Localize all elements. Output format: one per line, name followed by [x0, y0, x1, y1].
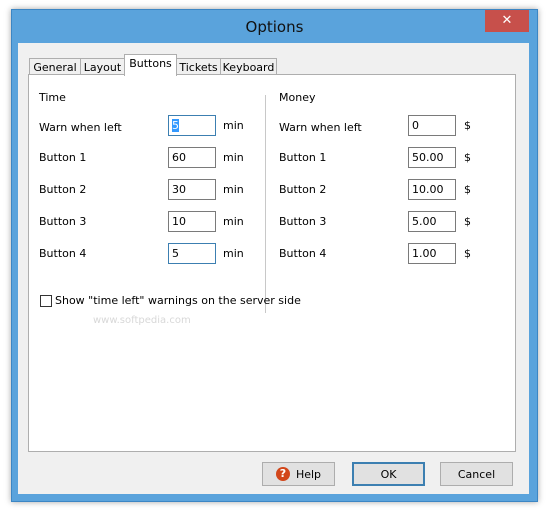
time-button1-unit: min: [223, 151, 244, 164]
tab-layout[interactable]: Layout: [80, 58, 125, 75]
time-warn-label: Warn when left: [39, 121, 122, 134]
money-warn-label: Warn when left: [279, 121, 362, 134]
time-button3-label: Button 3: [39, 215, 87, 228]
tab-buttons[interactable]: Buttons: [124, 54, 177, 76]
help-button-label: Help: [295, 467, 322, 481]
options-window: Options ✕ General Layout Buttons Tickets…: [11, 9, 538, 502]
help-icon: ?: [275, 467, 290, 481]
tab-keyboard[interactable]: Keyboard: [220, 58, 277, 75]
column-divider: [265, 95, 266, 313]
money-button1-unit: $: [464, 151, 471, 164]
time-warn-input[interactable]: 5: [168, 115, 216, 136]
help-button[interactable]: ? Help: [262, 462, 335, 486]
money-button2-unit: $: [464, 183, 471, 196]
ok-button[interactable]: OK: [352, 462, 425, 486]
dialog-client: General Layout Buttons Tickets Keyboard …: [18, 43, 529, 494]
window-title: Options: [245, 18, 304, 36]
time-heading: Time: [39, 91, 66, 104]
money-button3-label: Button 3: [279, 215, 327, 228]
time-warn-value: 5: [172, 119, 179, 132]
cancel-button[interactable]: Cancel: [440, 462, 513, 486]
money-button2-input[interactable]: 10.00: [408, 179, 456, 200]
money-button1-input[interactable]: 50.00: [408, 147, 456, 168]
server-warnings-checkbox[interactable]: [40, 295, 52, 307]
money-button3-unit: $: [464, 215, 471, 228]
time-button1-label: Button 1: [39, 151, 87, 164]
time-warn-unit: min: [223, 119, 244, 132]
money-button4-label: Button 4: [279, 247, 327, 260]
money-button2-label: Button 2: [279, 183, 327, 196]
buttons-tab-panel: Time Warn when left 5 min Button 1 60 mi…: [28, 74, 516, 452]
time-button4-label: Button 4: [39, 247, 87, 260]
time-button4-unit: min: [223, 247, 244, 260]
time-button1-input[interactable]: 60: [168, 147, 216, 168]
tab-general[interactable]: General: [29, 58, 81, 75]
time-button2-unit: min: [223, 183, 244, 196]
time-button2-input[interactable]: 30: [168, 179, 216, 200]
server-warnings-label[interactable]: Show "time left" warnings on the server …: [55, 294, 301, 307]
close-button[interactable]: ✕: [485, 10, 529, 32]
money-button3-input[interactable]: 5.00: [408, 211, 456, 232]
time-button2-label: Button 2: [39, 183, 87, 196]
watermark-text: www.softpedia.com: [93, 315, 191, 326]
money-button1-label: Button 1: [279, 151, 327, 164]
money-button4-unit: $: [464, 247, 471, 260]
time-button3-input[interactable]: 10: [168, 211, 216, 232]
money-heading: Money: [279, 91, 316, 104]
money-button4-input[interactable]: 1.00: [408, 243, 456, 264]
time-button3-unit: min: [223, 215, 244, 228]
title-bar[interactable]: Options ✕: [12, 10, 537, 43]
tab-tickets[interactable]: Tickets: [176, 58, 221, 75]
money-warn-unit: $: [464, 119, 471, 132]
time-button4-input[interactable]: 5: [168, 243, 216, 264]
close-icon: ✕: [501, 13, 513, 28]
money-warn-input[interactable]: 0: [408, 115, 456, 136]
